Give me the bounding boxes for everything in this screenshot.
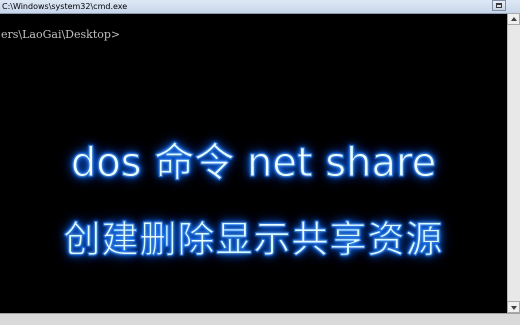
command-prompt[interactable]: ers\LaoGai\Desktop> xyxy=(1,28,120,42)
scroll-down-button[interactable] xyxy=(507,301,520,313)
cmd-window: C:\Windows\system32\cmd.exe ers\LaoGai\D… xyxy=(0,0,520,325)
overlay-subtitle: 创建删除显示共享资源 xyxy=(63,218,444,262)
title-bar[interactable]: C:\Windows\system32\cmd.exe xyxy=(0,0,520,14)
maximize-button[interactable] xyxy=(492,0,506,11)
horizontal-scrollbar[interactable] xyxy=(0,313,520,325)
overlay-title: dos 命令 net share xyxy=(70,140,437,187)
window-title: C:\Windows\system32\cmd.exe xyxy=(2,2,128,11)
scroll-up-button[interactable] xyxy=(507,13,520,25)
maximize-icon xyxy=(496,3,502,8)
vertical-scrollbar[interactable] xyxy=(507,13,520,313)
